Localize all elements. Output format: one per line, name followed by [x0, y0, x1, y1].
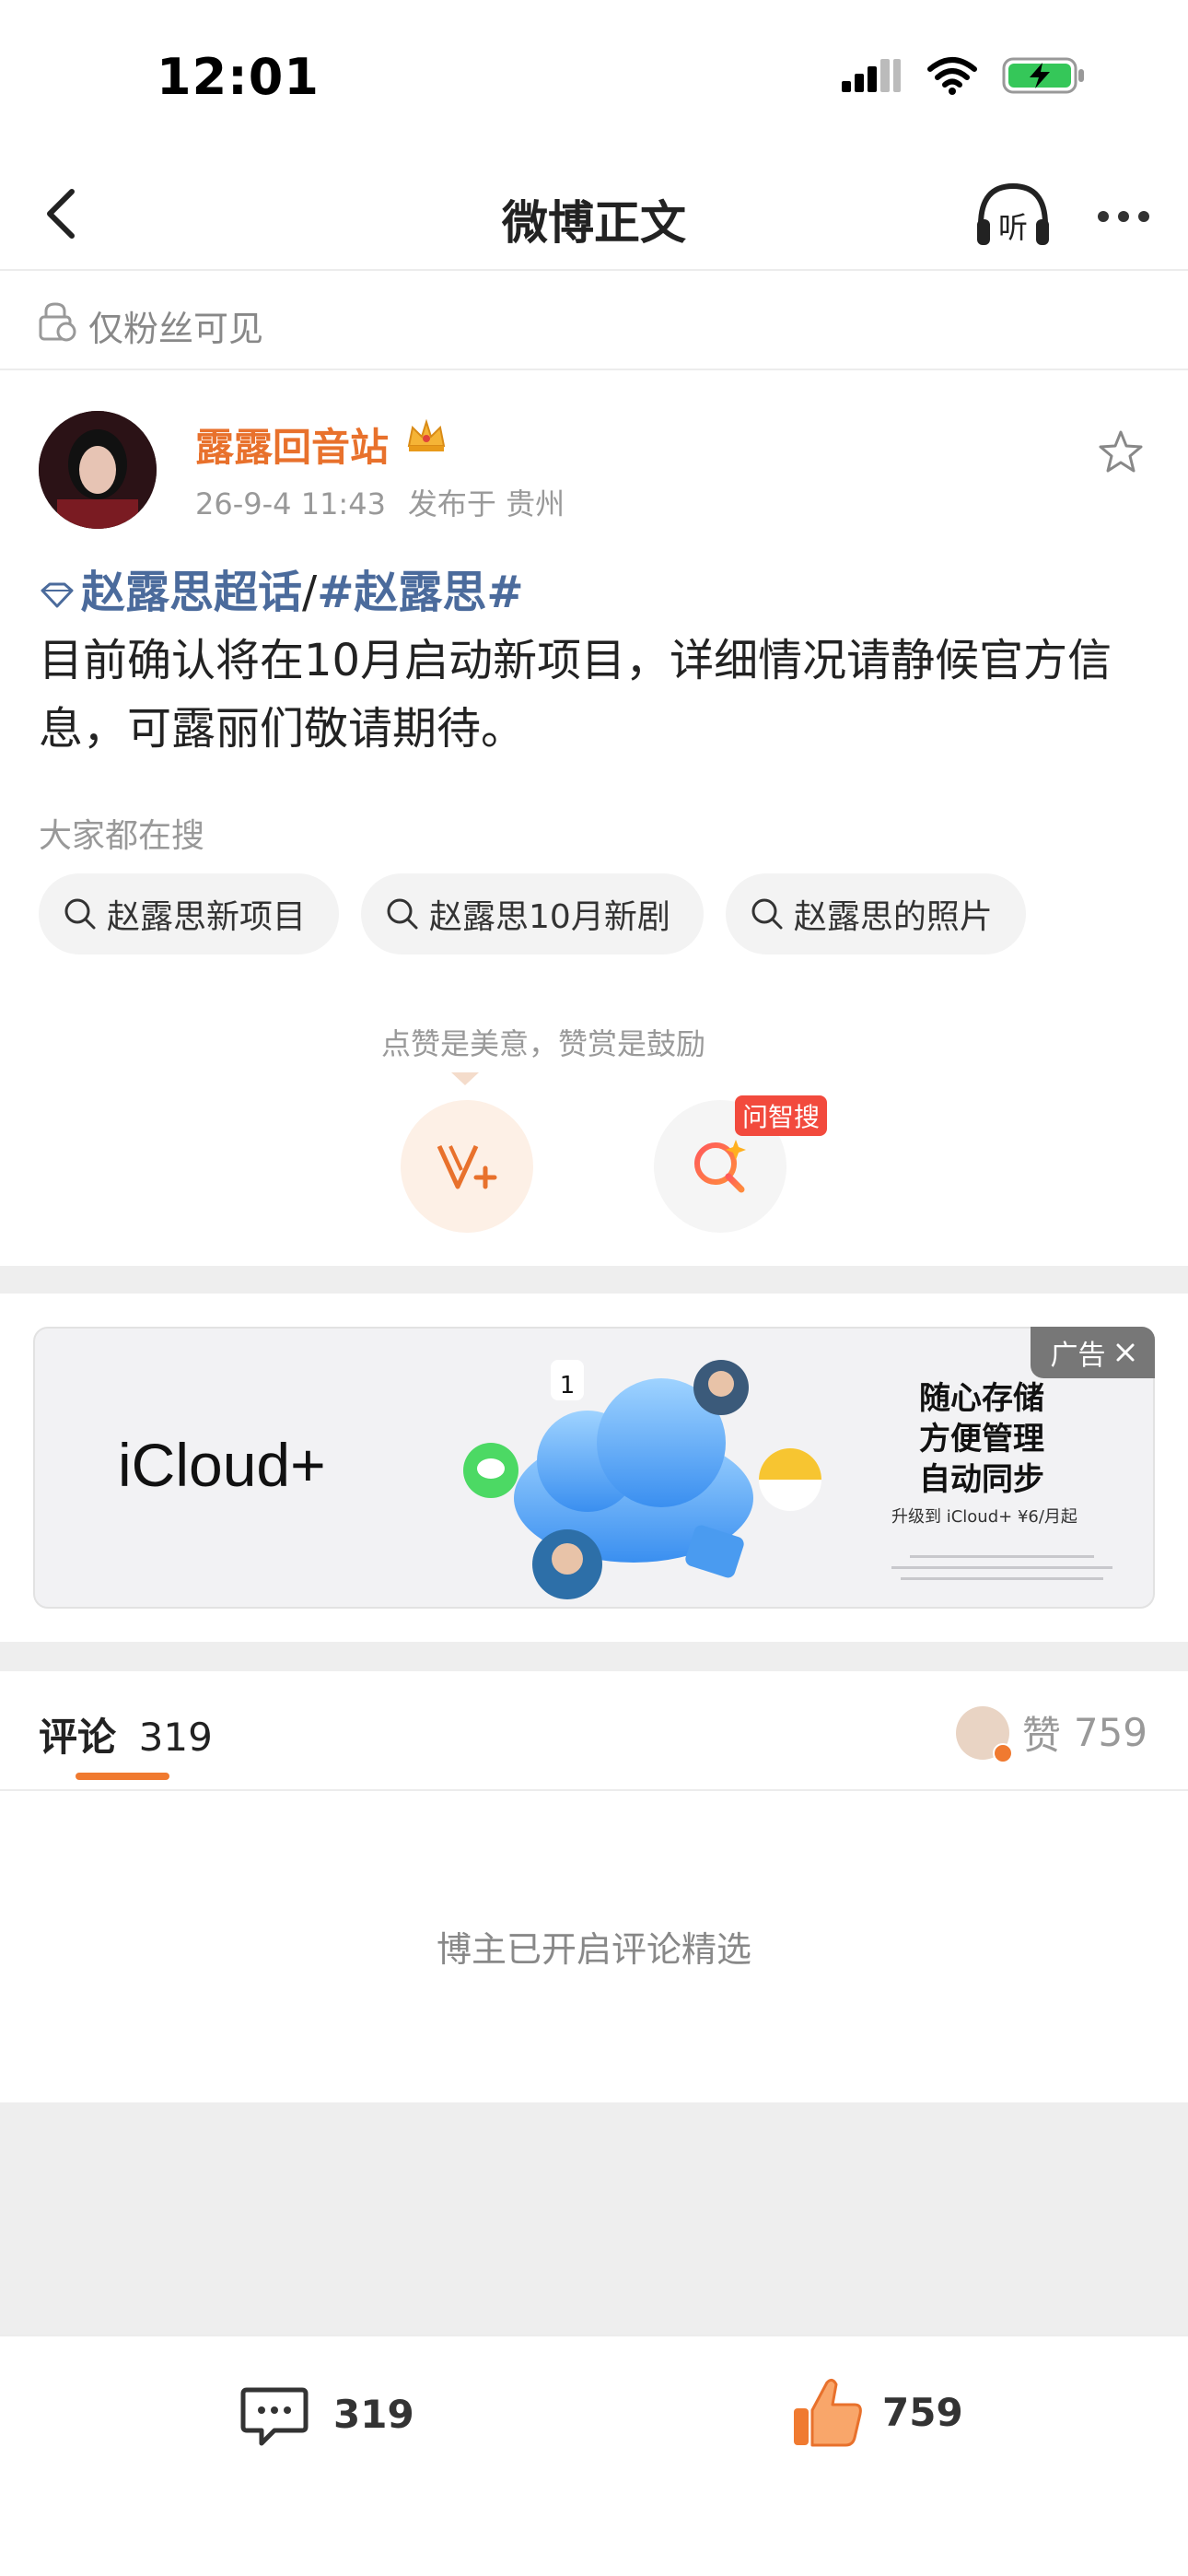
close-icon [1116, 1343, 1134, 1362]
section-divider [0, 1266, 1188, 1294]
calendar-day: 1 [560, 1372, 576, 1399]
tab-comments[interactable]: 评论 319 [39, 1706, 213, 1762]
lock-person-icon [39, 302, 76, 342]
post-body: 赵露思超话/#赵露思# 目前确认将在10月启动新项目，详细情况请静候官方信息，可… [39, 558, 1153, 763]
ad-close-tag[interactable]: 广告 [1031, 1327, 1155, 1378]
post-text: 目前确认将在10月启动新项目，详细情况请静候官方信息，可露丽们敬请期待。 [39, 635, 1112, 755]
tab-likes-count: 759 [1073, 1710, 1147, 1755]
icloud-cloud-illustration: 1 [463, 1360, 821, 1599]
comment-count: 319 [333, 2391, 414, 2437]
tab-comments-label: 评论 [39, 1715, 117, 1760]
status-icons [842, 55, 1087, 96]
visibility-text: 仅粉丝可见 [88, 309, 264, 349]
favorite-star-icon[interactable] [1096, 427, 1146, 477]
cellular-signal-icon [842, 59, 901, 92]
headphones-icon: 听 [977, 182, 1049, 245]
search-chip[interactable]: 赵露思的照片 [725, 873, 1026, 954]
post-card: 露露回音站 26-9-4 11:43 发布于 贵州 赵露思超话/#赵露思# 目前确… [0, 372, 1188, 1266]
comments-featured-note: 博主已开启评论精选 [436, 1929, 751, 1970]
status-time: 12:01 [157, 48, 320, 106]
topic-separator: / [302, 567, 318, 618]
more-dot [1138, 211, 1149, 222]
supertopic-link[interactable]: 赵露思超话 [81, 567, 302, 618]
ad-offer-text: 升级到 iCloud+ ¥6/月起 [891, 1507, 1077, 1527]
avatar[interactable] [39, 411, 157, 529]
search-chip[interactable]: 赵露思新项目 [39, 873, 340, 954]
tab-likes-label: 赞 [1021, 1713, 1061, 1758]
ai-search-icon [694, 1140, 746, 1193]
diamond-icon [41, 582, 74, 608]
post-location: 发布于 贵州 [407, 486, 565, 521]
ad-brand: iCloud+ [118, 1431, 326, 1499]
active-tab-indicator [76, 1773, 169, 1780]
search-chip-label: 赵露思的照片 [793, 898, 993, 936]
crown-badge-icon [407, 418, 446, 451]
more-dot [1098, 211, 1109, 222]
like-button[interactable]: 759 [790, 2373, 963, 2451]
comment-header: 评论 319 赞 759 [0, 1673, 1188, 1791]
search-icon [64, 898, 96, 930]
section-divider [0, 1642, 1188, 1671]
wifi-icon [927, 57, 977, 95]
search-chips: 赵露思新项目 赵露思10月新剧 赵露思的照片 [39, 873, 1026, 954]
search-chip[interactable]: 赵露思10月新剧 [361, 873, 704, 954]
ad-line: 自动同步 [919, 1461, 1044, 1498]
battery-charging-icon [1002, 57, 1084, 94]
navigation-bar: 微博正文 听 [0, 157, 1188, 271]
hashtag-link[interactable]: #赵露思# [317, 567, 523, 618]
comment-button[interactable]: 319 [238, 2377, 414, 2451]
listen-label: 听 [998, 210, 1028, 245]
reward-tip: 点赞是美意，赞赏是鼓励 [380, 1026, 705, 1061]
search-chip-label: 赵露思10月新剧 [429, 898, 670, 936]
visibility-bar: 仅粉丝可见 [0, 273, 1188, 370]
ad-banner[interactable]: iCloud+ 1 随心存储 方便管理 自动同步 升级到 iCloud+ ¥6/… [33, 1327, 1155, 1609]
post-date: 26-9-4 11:43 [195, 486, 386, 521]
listen-button[interactable]: 听 [972, 173, 1054, 256]
post-meta: 26-9-4 11:43 发布于 贵州 [195, 481, 565, 523]
bottom-action-bar: 319 759 [0, 2335, 1188, 2576]
trending-search-label: 大家都在搜 [39, 817, 205, 855]
ad-line: 随心存储 [919, 1380, 1044, 1417]
tab-comments-count: 319 [138, 1715, 213, 1760]
comment-bubble-icon [240, 2387, 309, 2446]
more-button[interactable] [1082, 175, 1165, 258]
tip-pointer [451, 1072, 479, 1085]
ad-headline: 随心存储 方便管理 自动同步 [919, 1378, 1044, 1500]
empty-area [0, 2102, 1188, 2335]
ai-search-badge: 问智搜 [735, 1095, 828, 1136]
like-count: 759 [882, 2389, 963, 2435]
topic-line: 赵露思超话/#赵露思# [39, 558, 1153, 626]
reward-button[interactable] [401, 1100, 533, 1233]
liker-avatar [955, 1705, 1013, 1763]
avatar-image [39, 411, 157, 529]
status-bar: 12:01 [0, 0, 1188, 157]
search-icon [751, 898, 783, 930]
ad-tag-label: 广告 [1050, 1340, 1106, 1372]
tab-likes[interactable]: 赞 759 [955, 1704, 1147, 1763]
search-icon [387, 898, 418, 930]
verified-badge-icon [992, 1742, 1013, 1763]
username[interactable]: 露露回音站 [195, 416, 389, 473]
reward-v-plus-icon [437, 1144, 497, 1189]
thumbs-up-icon [794, 2378, 862, 2447]
more-dot [1118, 211, 1129, 222]
ad-line: 方便管理 [919, 1421, 1044, 1458]
search-chip-label: 赵露思新项目 [107, 898, 307, 936]
ad-fine-print [891, 1555, 1112, 1580]
